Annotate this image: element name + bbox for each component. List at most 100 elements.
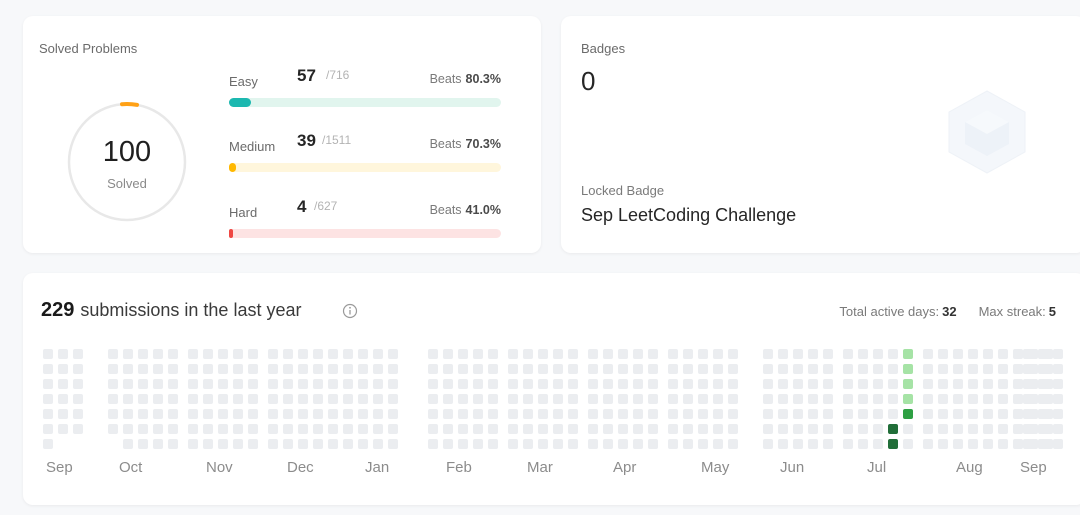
heatmap-cell[interactable]: [218, 379, 228, 389]
heatmap-cell[interactable]: [153, 439, 163, 449]
heatmap-cell[interactable]: [283, 439, 293, 449]
heatmap-cell[interactable]: [998, 349, 1008, 359]
heatmap-cell[interactable]: [938, 364, 948, 374]
heatmap-cell[interactable]: [873, 394, 883, 404]
heatmap-cell[interactable]: [843, 349, 853, 359]
heatmap-cell[interactable]: [588, 424, 598, 434]
heatmap-cell[interactable]: [983, 379, 993, 389]
heatmap-cell[interactable]: [968, 364, 978, 374]
heatmap-cell[interactable]: [1038, 394, 1048, 404]
heatmap-cell[interactable]: [763, 349, 773, 359]
heatmap-cell[interactable]: [728, 424, 738, 434]
heatmap-cell[interactable]: [443, 364, 453, 374]
heatmap-cell[interactable]: [473, 424, 483, 434]
heatmap-cell[interactable]: [953, 409, 963, 419]
heatmap-cell[interactable]: [233, 349, 243, 359]
heatmap-cell[interactable]: [298, 349, 308, 359]
heatmap-cell[interactable]: [823, 439, 833, 449]
heatmap-cell[interactable]: [858, 349, 868, 359]
heatmap-cell[interactable]: [358, 439, 368, 449]
heatmap-cell[interactable]: [953, 349, 963, 359]
heatmap-cell[interactable]: [313, 364, 323, 374]
heatmap-cell[interactable]: [618, 379, 628, 389]
heatmap-cell[interactable]: [233, 439, 243, 449]
heatmap-cell[interactable]: [43, 409, 53, 419]
heatmap-cell[interactable]: [443, 379, 453, 389]
heatmap-cell[interactable]: [283, 394, 293, 404]
heatmap-cell[interactable]: [508, 394, 518, 404]
heatmap-cell[interactable]: [823, 364, 833, 374]
heatmap-cell[interactable]: [458, 349, 468, 359]
heatmap-cell[interactable]: [328, 349, 338, 359]
heatmap-cell[interactable]: [1023, 409, 1033, 419]
heatmap-cell[interactable]: [588, 439, 598, 449]
heatmap-cell[interactable]: [488, 409, 498, 419]
heatmap-cell[interactable]: [388, 439, 398, 449]
heatmap-cell[interactable]: [73, 364, 83, 374]
heatmap-cell[interactable]: [153, 349, 163, 359]
heatmap-cell[interactable]: [343, 379, 353, 389]
heatmap-cell[interactable]: [923, 439, 933, 449]
heatmap-cell[interactable]: [58, 409, 68, 419]
heatmap-cell[interactable]: [888, 349, 898, 359]
heatmap-cell[interactable]: [603, 379, 613, 389]
heatmap-cell[interactable]: [123, 364, 133, 374]
heatmap-cell[interactable]: [298, 379, 308, 389]
heatmap-cell[interactable]: [603, 394, 613, 404]
heatmap-cell[interactable]: [473, 349, 483, 359]
heatmap-cell[interactable]: [998, 439, 1008, 449]
heatmap-cell[interactable]: [683, 409, 693, 419]
heatmap-cell[interactable]: [568, 409, 578, 419]
heatmap-cell[interactable]: [903, 439, 913, 449]
heatmap-cell[interactable]: [203, 439, 213, 449]
heatmap-cell[interactable]: [328, 439, 338, 449]
heatmap-cell[interactable]: [553, 394, 563, 404]
heatmap-cell[interactable]: [938, 394, 948, 404]
heatmap-cell[interactable]: [168, 379, 178, 389]
heatmap-cell[interactable]: [858, 364, 868, 374]
heatmap-cell-active[interactable]: [903, 349, 913, 359]
heatmap-cell[interactable]: [538, 424, 548, 434]
heatmap-cell[interactable]: [43, 439, 53, 449]
heatmap-cell[interactable]: [983, 409, 993, 419]
heatmap-cell[interactable]: [268, 424, 278, 434]
heatmap-cell[interactable]: [538, 379, 548, 389]
heatmap-cell[interactable]: [108, 394, 118, 404]
heatmap-cell[interactable]: [1053, 409, 1063, 419]
heatmap-cell[interactable]: [1038, 424, 1048, 434]
heatmap-cell[interactable]: [873, 349, 883, 359]
heatmap-cell[interactable]: [968, 394, 978, 404]
heatmap-cell[interactable]: [328, 364, 338, 374]
heatmap-cell[interactable]: [953, 394, 963, 404]
heatmap-cell[interactable]: [188, 394, 198, 404]
heatmap-cell[interactable]: [683, 349, 693, 359]
heatmap-cell[interactable]: [138, 394, 148, 404]
heatmap-cell[interactable]: [218, 349, 228, 359]
heatmap-cell[interactable]: [763, 364, 773, 374]
heatmap-cell[interactable]: [808, 424, 818, 434]
heatmap-cell[interactable]: [648, 439, 658, 449]
heatmap-cell[interactable]: [873, 439, 883, 449]
heatmap-cell[interactable]: [1053, 394, 1063, 404]
heatmap-cell[interactable]: [123, 424, 133, 434]
heatmap-cell-active[interactable]: [888, 439, 898, 449]
heatmap-cell[interactable]: [153, 424, 163, 434]
heatmap-cell[interactable]: [983, 394, 993, 404]
heatmap-cell[interactable]: [343, 349, 353, 359]
heatmap-cell[interactable]: [443, 439, 453, 449]
heatmap-cell[interactable]: [313, 379, 323, 389]
heatmap-cell[interactable]: [298, 364, 308, 374]
heatmap-cell[interactable]: [923, 409, 933, 419]
heatmap-cell[interactable]: [233, 379, 243, 389]
heatmap-cell[interactable]: [843, 439, 853, 449]
heatmap-cell[interactable]: [778, 409, 788, 419]
heatmap-cell[interactable]: [283, 364, 293, 374]
heatmap-cell[interactable]: [938, 409, 948, 419]
heatmap-cell[interactable]: [123, 439, 133, 449]
heatmap-cell[interactable]: [763, 424, 773, 434]
heatmap-cell[interactable]: [588, 394, 598, 404]
heatmap-cell[interactable]: [388, 379, 398, 389]
heatmap-cell[interactable]: [43, 424, 53, 434]
heatmap-cell[interactable]: [313, 349, 323, 359]
heatmap-cell[interactable]: [443, 424, 453, 434]
